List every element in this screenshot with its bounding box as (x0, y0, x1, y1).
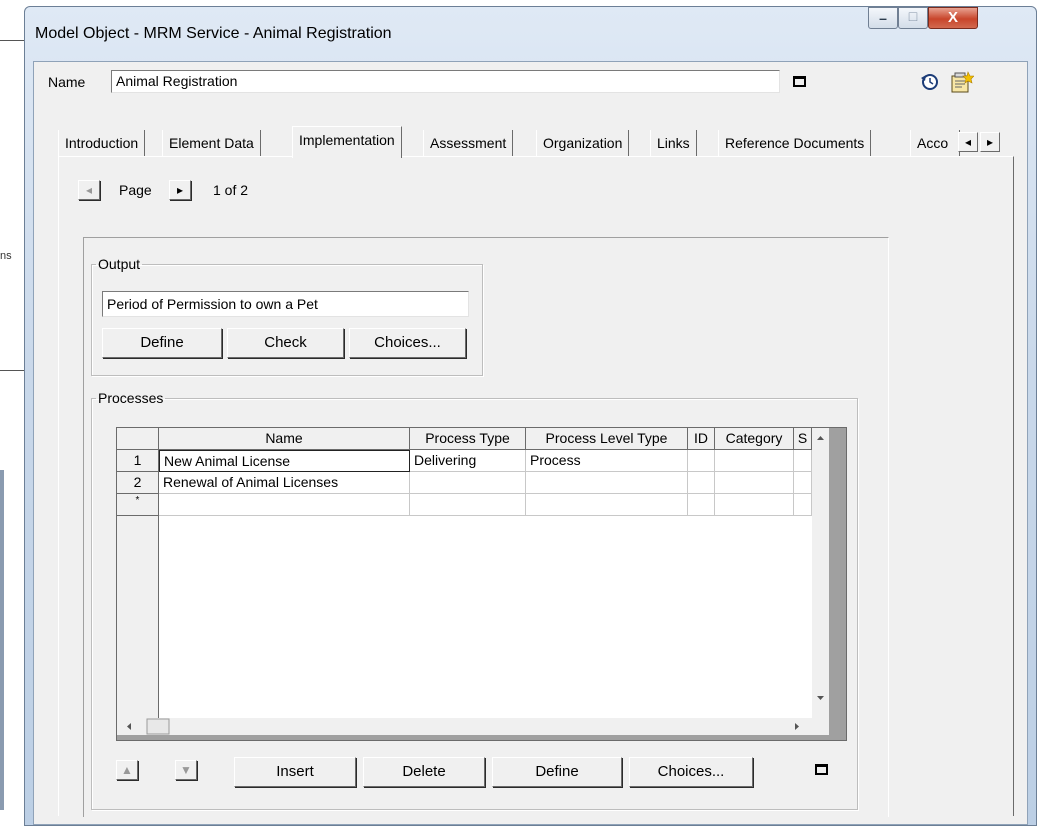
name-input[interactable]: Animal Registration (111, 70, 780, 93)
table-cell-category[interactable] (715, 472, 794, 494)
tab-reference-documents[interactable]: Reference Documents (718, 130, 872, 156)
minimize-button[interactable]: – (868, 7, 898, 29)
output-legend: Output (98, 256, 141, 272)
page-status: 1 of 2 (213, 182, 249, 198)
tab-scroll-right-button[interactable]: ▸ (980, 132, 1000, 152)
new-row-cell[interactable] (688, 494, 715, 516)
new-row-selector[interactable]: * (117, 494, 159, 516)
new-row-cell[interactable] (526, 494, 688, 516)
processes-grid[interactable]: Name Process Type Process Level Type ID … (116, 427, 847, 741)
table-cell-process-type[interactable]: Delivering (410, 450, 526, 472)
scrollbar-corner (812, 718, 829, 735)
output-define-button[interactable]: Define (102, 328, 222, 358)
page-label: Page (119, 182, 152, 198)
minimize-icon: – (879, 10, 887, 26)
column-header-id[interactable]: ID (688, 428, 715, 450)
output-input[interactable]: Period of Permission to own a Pet (102, 291, 469, 317)
column-header-process-type[interactable]: Process Type (410, 428, 526, 450)
table-cell-s[interactable] (794, 450, 812, 472)
column-header-s[interactable]: S (794, 428, 812, 450)
close-icon: X (947, 9, 958, 26)
background-line (0, 40, 26, 41)
background-text: ns (0, 250, 12, 262)
table-cell-name[interactable]: New Animal License (159, 450, 410, 472)
table-cell-process-type[interactable] (410, 472, 526, 494)
row-selector[interactable]: 1 (117, 450, 159, 472)
page-prev-button[interactable]: ◂ (78, 180, 100, 200)
maximize-icon: □ (908, 8, 918, 24)
new-row-cell[interactable] (715, 494, 794, 516)
table-cell-s[interactable] (794, 472, 812, 494)
processes-legend: Processes (98, 390, 164, 406)
new-row-cell[interactable] (410, 494, 526, 516)
tab-element-data[interactable]: Element Data (162, 130, 261, 156)
table-cell-process-level-type[interactable]: Process (526, 450, 688, 472)
tab-implementation[interactable]: Implementation (292, 126, 402, 158)
table-cell-category[interactable] (715, 450, 794, 472)
new-row-cell[interactable] (794, 494, 812, 516)
column-header-process-level-type[interactable]: Process Level Type (526, 428, 688, 450)
tab-links[interactable]: Links (650, 130, 697, 156)
grid-empty-area (159, 516, 812, 718)
grid-horizontal-scrollbar[interactable] (117, 718, 829, 735)
delete-button[interactable]: Delete (363, 757, 485, 787)
output-check-button[interactable]: Check (227, 328, 344, 358)
close-button[interactable]: X (928, 7, 978, 29)
output-choices-button[interactable]: Choices... (349, 328, 466, 358)
tab-introduction[interactable]: Introduction (58, 130, 146, 156)
choices-button[interactable]: Choices... (629, 757, 753, 787)
table-cell-id[interactable] (688, 472, 715, 494)
background-line (0, 370, 26, 371)
tab-scroll-left-button[interactable]: ◂ (958, 132, 978, 152)
expand-grid-icon[interactable] (815, 764, 828, 775)
properties-icon[interactable] (950, 70, 975, 94)
column-header-category[interactable]: Category (715, 428, 794, 450)
background-edge (0, 470, 4, 810)
expand-name-icon[interactable] (793, 76, 806, 87)
grid-corner-header (117, 428, 159, 450)
tab-acco[interactable]: Acco (910, 130, 960, 156)
insert-button[interactable]: Insert (234, 757, 356, 787)
history-icon[interactable] (918, 70, 940, 92)
table-cell-name[interactable]: Renewal of Animal Licenses (159, 472, 410, 494)
move-down-button[interactable]: ▼ (175, 760, 197, 780)
grid-vertical-scrollbar[interactable] (812, 428, 829, 718)
new-row-cell[interactable] (159, 494, 410, 516)
column-header-name[interactable]: Name (159, 428, 410, 450)
table-cell-id[interactable] (688, 450, 715, 472)
table-cell-process-level-type[interactable] (526, 472, 688, 494)
tab-organization[interactable]: Organization (536, 130, 630, 156)
name-label: Name (48, 74, 86, 90)
maximize-button[interactable]: □ (898, 7, 928, 29)
window-title: Model Object - MRM Service - Animal Regi… (35, 25, 392, 42)
row-header-empty-area (117, 516, 159, 718)
page-next-button[interactable]: ▸ (169, 180, 191, 200)
row-selector[interactable]: 2 (117, 472, 159, 494)
move-up-button[interactable]: ▲ (116, 760, 138, 780)
define-button[interactable]: Define (492, 757, 622, 787)
tab-assessment[interactable]: Assessment (423, 130, 514, 156)
